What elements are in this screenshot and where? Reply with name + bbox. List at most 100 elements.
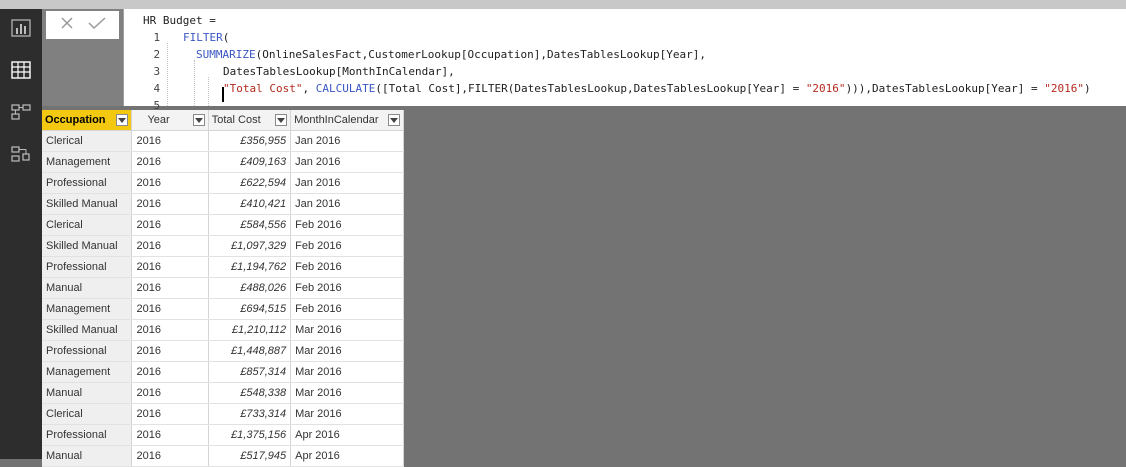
cell-total-cost[interactable]: £622,594 xyxy=(208,172,292,194)
cell-occupation[interactable]: Management xyxy=(42,298,133,320)
cell-occupation[interactable]: Manual xyxy=(42,277,133,299)
table-row[interactable]: Clerical 2016 £356,955 Jan 2016 xyxy=(42,130,404,152)
cell-total-cost[interactable]: £548,338 xyxy=(208,382,292,404)
cell-occupation[interactable]: Manual xyxy=(42,445,133,467)
cell-month[interactable]: Feb 2016 xyxy=(290,277,404,299)
cell-year[interactable]: 2016 xyxy=(131,151,209,173)
commit-formula-button[interactable] xyxy=(82,11,112,39)
cell-month[interactable]: Jan 2016 xyxy=(290,172,404,194)
filter-dropdown-button[interactable] xyxy=(116,114,129,126)
cell-occupation[interactable]: Skilled Manual xyxy=(42,319,133,341)
data-view-button[interactable] xyxy=(0,51,42,89)
cell-year[interactable]: 2016 xyxy=(131,172,209,194)
cell-total-cost[interactable]: £410,421 xyxy=(208,193,292,215)
cell-month[interactable]: Mar 2016 xyxy=(290,340,404,362)
cell-total-cost[interactable]: £694,515 xyxy=(208,298,292,320)
table-row[interactable]: Manual 2016 £488,026 Feb 2016 xyxy=(42,277,404,299)
table-row[interactable]: Manual 2016 £548,338 Mar 2016 xyxy=(42,382,404,404)
cell-total-cost[interactable]: £584,556 xyxy=(208,214,292,236)
cell-year[interactable]: 2016 xyxy=(131,298,209,320)
cell-total-cost[interactable]: £488,026 xyxy=(208,277,292,299)
cell-year[interactable]: 2016 xyxy=(131,340,209,362)
cell-year[interactable]: 2016 xyxy=(131,214,209,236)
chevron-down-icon xyxy=(390,117,398,123)
cell-occupation[interactable]: Skilled Manual xyxy=(42,193,133,215)
cell-occupation[interactable]: Clerical xyxy=(42,403,133,425)
cell-month[interactable]: Mar 2016 xyxy=(290,382,404,404)
cell-month[interactable]: Mar 2016 xyxy=(290,403,404,425)
cell-year[interactable]: 2016 xyxy=(131,424,209,446)
filter-dropdown-button[interactable] xyxy=(192,114,205,126)
cell-month[interactable]: Apr 2016 xyxy=(290,445,404,467)
table-row[interactable]: Skilled Manual 2016 £410,421 Jan 2016 xyxy=(42,193,404,215)
cell-occupation[interactable]: Clerical xyxy=(42,130,133,152)
cell-total-cost[interactable]: £1,210,112 xyxy=(208,319,292,341)
cell-year[interactable]: 2016 xyxy=(131,130,209,152)
filter-dropdown-button[interactable] xyxy=(388,114,400,126)
cell-occupation[interactable]: Professional xyxy=(42,340,133,362)
code-text: "Total Cost", CALCULATE([Total Cost],FIL… xyxy=(223,80,1091,97)
code-text: ([Total Cost],FILTER(DatesTablesLookup,D… xyxy=(375,82,806,95)
cell-year[interactable]: 2016 xyxy=(131,256,209,278)
cancel-formula-button[interactable] xyxy=(52,11,82,39)
dax-formula-editor[interactable]: 1 HR Budget = 2 FILTER( 3 SUMMARIZE(Onli… xyxy=(123,9,1126,112)
table-row[interactable]: Skilled Manual 2016 £1,097,329 Feb 2016 xyxy=(42,235,404,257)
cell-total-cost[interactable]: £1,375,156 xyxy=(208,424,292,446)
cell-month[interactable]: Jan 2016 xyxy=(290,151,404,173)
table-row[interactable]: Clerical 2016 £584,556 Feb 2016 xyxy=(42,214,404,236)
cell-month[interactable]: Jan 2016 xyxy=(290,193,404,215)
cell-occupation[interactable]: Management xyxy=(42,361,133,383)
cell-total-cost[interactable]: £517,945 xyxy=(208,445,292,467)
table-row[interactable]: Manual 2016 £517,945 Apr 2016 xyxy=(42,445,404,467)
cell-month[interactable]: Jan 2016 xyxy=(290,130,404,152)
column-header-occupation[interactable]: Occupation xyxy=(42,110,133,131)
table-row[interactable]: Clerical 2016 £733,314 Mar 2016 xyxy=(42,403,404,425)
cell-year[interactable]: 2016 xyxy=(131,235,209,257)
cell-occupation[interactable]: Professional xyxy=(42,256,133,278)
cell-total-cost[interactable]: £1,097,329 xyxy=(208,235,292,257)
table-row[interactable]: Management 2016 £857,314 Mar 2016 xyxy=(42,361,404,383)
cell-year[interactable]: 2016 xyxy=(131,193,209,215)
cell-year[interactable]: 2016 xyxy=(131,403,209,425)
cell-month[interactable]: Feb 2016 xyxy=(290,256,404,278)
cell-month[interactable]: Apr 2016 xyxy=(290,424,404,446)
cell-occupation[interactable]: Professional xyxy=(42,172,133,194)
table-row[interactable]: Management 2016 £409,163 Jan 2016 xyxy=(42,151,404,173)
cell-total-cost[interactable]: £409,163 xyxy=(208,151,292,173)
column-header-year[interactable]: Year xyxy=(131,110,209,131)
table-row[interactable]: Professional 2016 £1,375,156 Apr 2016 xyxy=(42,424,404,446)
cell-occupation[interactable]: Management xyxy=(42,151,133,173)
formula-button-group xyxy=(46,11,119,39)
cell-month[interactable]: Feb 2016 xyxy=(290,214,404,236)
cell-month[interactable]: Mar 2016 xyxy=(290,361,404,383)
cell-year[interactable]: 2016 xyxy=(131,361,209,383)
cell-occupation[interactable]: Manual xyxy=(42,382,133,404)
cell-year[interactable]: 2016 xyxy=(131,445,209,467)
table-row[interactable]: Professional 2016 £622,594 Jan 2016 xyxy=(42,172,404,194)
table-row[interactable]: Skilled Manual 2016 £1,210,112 Mar 2016 xyxy=(42,319,404,341)
cell-month[interactable]: Feb 2016 xyxy=(290,298,404,320)
model-view-button[interactable] xyxy=(0,93,42,131)
column-header-month-in-calendar[interactable]: MonthInCalendar xyxy=(290,110,404,131)
report-view-button[interactable] xyxy=(0,9,42,47)
cell-total-cost[interactable]: £857,314 xyxy=(208,361,292,383)
cell-total-cost[interactable]: £356,955 xyxy=(208,130,292,152)
cell-total-cost[interactable]: £1,448,887 xyxy=(208,340,292,362)
filter-dropdown-button[interactable] xyxy=(275,114,288,126)
cell-occupation[interactable]: Skilled Manual xyxy=(42,235,133,257)
cell-month[interactable]: Mar 2016 xyxy=(290,319,404,341)
formula-bar-controls xyxy=(42,9,123,106)
cell-month[interactable]: Feb 2016 xyxy=(290,235,404,257)
dax-query-button[interactable] xyxy=(0,135,42,173)
table-row[interactable]: Professional 2016 £1,448,887 Mar 2016 xyxy=(42,340,404,362)
cell-occupation[interactable]: Clerical xyxy=(42,214,133,236)
cell-year[interactable]: 2016 xyxy=(131,382,209,404)
cell-occupation[interactable]: Professional xyxy=(42,424,133,446)
table-row[interactable]: Management 2016 £694,515 Feb 2016 xyxy=(42,298,404,320)
table-row[interactable]: Professional 2016 £1,194,762 Feb 2016 xyxy=(42,256,404,278)
cell-total-cost[interactable]: £1,194,762 xyxy=(208,256,292,278)
cell-year[interactable]: 2016 xyxy=(131,319,209,341)
cell-year[interactable]: 2016 xyxy=(131,277,209,299)
cell-total-cost[interactable]: £733,314 xyxy=(208,403,292,425)
column-header-total-cost[interactable]: Total Cost xyxy=(208,110,292,131)
